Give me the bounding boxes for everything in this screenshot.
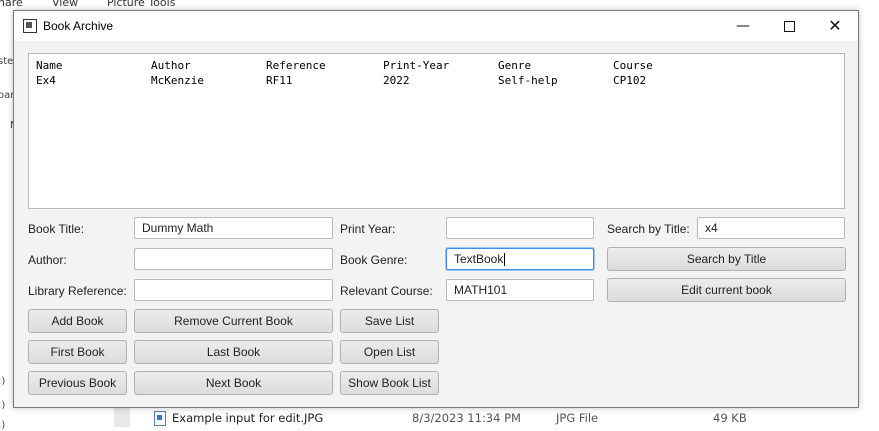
file-name: Example input for edit.JPG <box>172 411 324 425</box>
list-cell-author: McKenzie <box>151 74 204 87</box>
last-book-button[interactable]: Last Book <box>134 340 333 364</box>
library-reference-label: Library Reference: <box>28 284 127 298</box>
close-button[interactable]: ✕ <box>812 11 858 41</box>
book-genre-label: Book Genre: <box>340 253 408 267</box>
image-file-icon <box>154 411 166 426</box>
list-header-name: Name <box>36 59 63 72</box>
book-title-label: Book Title: <box>28 222 85 236</box>
book-genre-value: TextBook <box>454 252 504 266</box>
search-by-title-button[interactable]: Search by Title <box>607 247 846 271</box>
list-header-print-year: Print-Year <box>383 59 450 72</box>
text-caret <box>504 253 506 266</box>
search-by-title-field[interactable]: x4 <box>697 217 845 239</box>
print-year-label: Print Year: <box>340 222 396 236</box>
background-tab-view: View <box>52 0 79 9</box>
list-cell-genre: Self-help <box>498 74 558 87</box>
file-type: JPG File <box>556 411 599 425</box>
list-cell-course: CP102 <box>613 74 647 87</box>
maximize-button[interactable] <box>766 11 812 41</box>
add-book-button[interactable]: Add Book <box>28 309 127 333</box>
book-archive-window: Book Archive — ✕ Name Author Reference P… <box>13 10 859 408</box>
author-label: Author: <box>28 253 67 267</box>
background-fragment: ste <box>0 56 14 67</box>
file-size: 49 KB <box>713 411 747 425</box>
book-list-textarea[interactable]: Name Author Reference Print-Year Genre C… <box>28 53 845 209</box>
list-header-course: Course <box>613 59 653 72</box>
background-tab-share: hare <box>0 0 23 9</box>
book-genre-field[interactable]: TextBook <box>446 248 594 270</box>
list-cell-print-year: 2022 <box>383 74 410 87</box>
edit-current-book-button[interactable]: Edit current book <box>607 278 846 302</box>
window-title: Book Archive <box>43 19 114 33</box>
background-scroll-strip <box>114 405 130 427</box>
remove-current-book-button[interactable]: Remove Current Book <box>134 309 333 333</box>
list-header-genre: Genre <box>498 59 532 72</box>
author-field[interactable] <box>134 248 333 270</box>
show-book-list-button[interactable]: Show Book List <box>340 371 439 395</box>
search-by-title-label: Search by Title: <box>607 222 690 236</box>
book-title-field[interactable]: Dummy Math <box>134 217 333 239</box>
previous-book-button[interactable]: Previous Book <box>28 371 127 395</box>
print-year-field[interactable] <box>446 217 594 239</box>
relevant-course-label: Relevant Course: <box>340 284 433 298</box>
minimize-button[interactable]: — <box>720 11 766 41</box>
background-fragment: :) <box>0 376 6 387</box>
file-date: 8/3/2023 11:34 PM <box>412 411 521 425</box>
next-book-button[interactable]: Next Book <box>134 371 333 395</box>
background-file-row[interactable]: Example input for edit.JPG 8/3/2023 11:3… <box>130 405 879 427</box>
maximize-icon <box>783 20 795 32</box>
relevant-course-field[interactable]: MATH101 <box>446 279 594 301</box>
background-fragment: :) <box>0 400 6 411</box>
first-book-button[interactable]: First Book <box>28 340 127 364</box>
library-reference-field[interactable] <box>134 279 333 301</box>
save-list-button[interactable]: Save List <box>340 309 439 333</box>
list-header-reference: Reference <box>266 59 326 72</box>
title-bar[interactable]: Book Archive — ✕ <box>14 11 858 41</box>
app-window-icon <box>23 19 37 33</box>
list-cell-reference: RF11 <box>266 74 293 87</box>
open-list-button[interactable]: Open List <box>340 340 439 364</box>
list-cell-name: Ex4 <box>36 74 56 87</box>
list-header-author: Author <box>151 59 191 72</box>
background-sidebar: ste oar N :) :) :) <box>0 12 17 431</box>
background-fragment: :) <box>0 420 6 431</box>
background-tab-picture-tools: Picture Tools <box>107 0 176 9</box>
